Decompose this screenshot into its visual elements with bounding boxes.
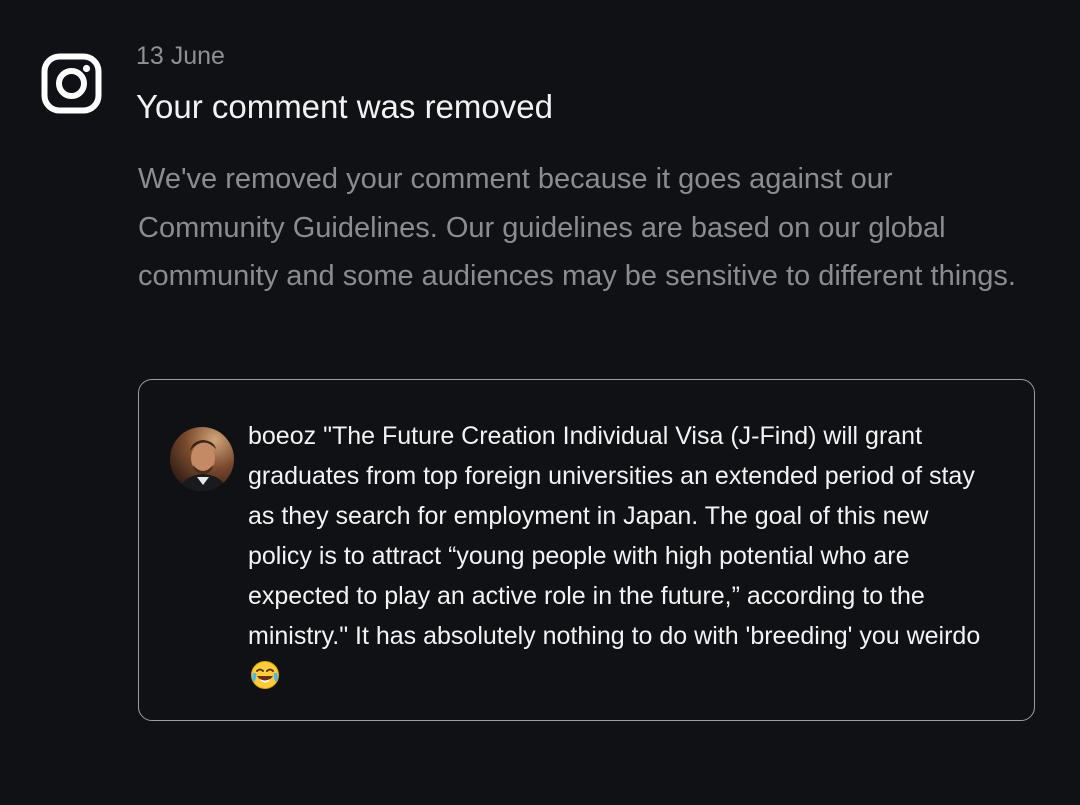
comment-body: "The Future Creation Individual Visa (J-… [248,422,981,650]
face-with-tears-of-joy-icon [250,660,280,702]
avatar[interactable] [170,427,234,491]
comment-username[interactable]: boeoz [248,422,316,450]
removed-comment-card[interactable]: boeoz "The Future Creation Individual Vi… [138,379,1035,721]
notification-screen: 13 June Your comment was removed We've r… [0,0,1080,805]
notification-date: 13 June [136,42,225,70]
notification-title: Your comment was removed [136,88,553,125]
comment-text: boeoz "The Future Creation Individual Vi… [248,416,988,702]
instagram-icon [41,53,102,114]
notification-message: We've removed your comment because it go… [138,163,1016,292]
